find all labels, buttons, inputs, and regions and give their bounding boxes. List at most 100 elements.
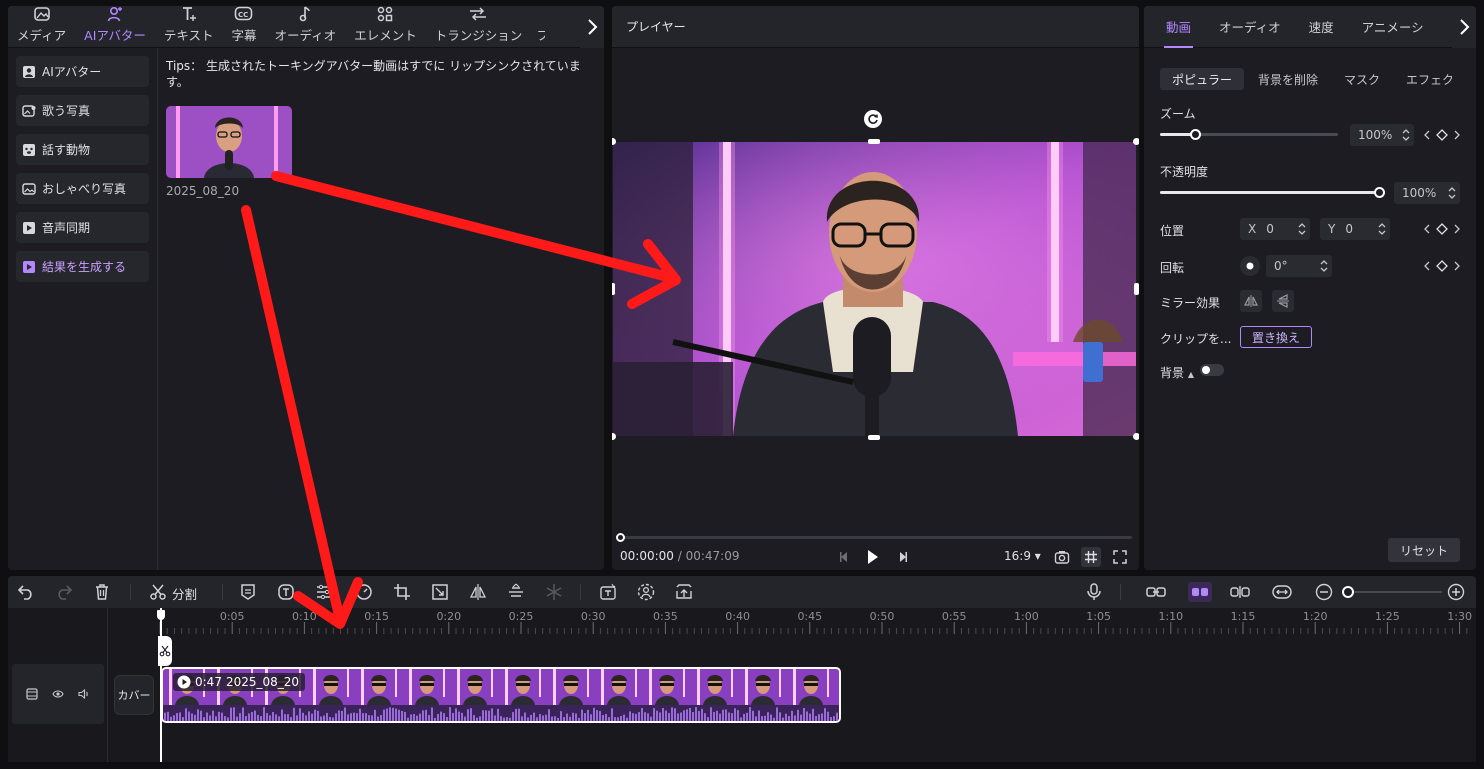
subtab-popular[interactable]: ポピュラー — [1160, 68, 1245, 90]
tab-overflow-partial[interactable]: フ — [531, 6, 545, 48]
zoom-input[interactable]: 100% — [1350, 124, 1414, 146]
speed-icon[interactable] — [354, 582, 374, 602]
resize-icon[interactable] — [430, 582, 450, 602]
cover-button[interactable]: カバー — [114, 675, 154, 715]
replace-button[interactable]: 置き換え — [1240, 326, 1312, 348]
sub-nav-talking-photo[interactable]: おしゃべり写真 — [16, 173, 149, 204]
tab-audio[interactable]: オーディオ — [266, 6, 346, 48]
playhead-grip[interactable] — [158, 636, 172, 666]
timeline-zoom-slider[interactable] — [1346, 591, 1442, 593]
media-thumbnail[interactable] — [166, 106, 292, 178]
resize-handle-bottom[interactable] — [868, 435, 880, 440]
split-clip-icon[interactable] — [1230, 582, 1250, 602]
subtab-remove-bg[interactable]: 背景を削除 — [1246, 68, 1330, 90]
grid-icon[interactable] — [1081, 547, 1101, 567]
playback-scrubber[interactable] — [616, 533, 1132, 542]
zoom-out-icon[interactable] — [1314, 582, 1334, 602]
opacity-slider[interactable] — [1160, 187, 1385, 198]
adjust-icon[interactable] — [314, 582, 334, 602]
preview-canvas[interactable] — [612, 138, 1139, 440]
track-video-icon[interactable] — [26, 688, 38, 700]
background-toggle[interactable] — [1200, 364, 1224, 376]
export-icon[interactable] — [674, 582, 694, 602]
tabs-next-button[interactable] — [580, 6, 604, 48]
resize-handle-top[interactable] — [868, 139, 880, 144]
tab-prop-audio[interactable]: オーディオ — [1205, 6, 1295, 48]
flip-horizontal-button[interactable] — [1240, 290, 1262, 312]
tab-ai-avatar[interactable]: AIアバター — [75, 6, 155, 48]
zoom-slider[interactable] — [1160, 129, 1338, 140]
fullscreen-icon[interactable] — [1112, 549, 1128, 565]
playhead-cap[interactable] — [157, 610, 165, 620]
eye-icon[interactable] — [52, 688, 64, 700]
face-detect-icon[interactable] — [636, 582, 656, 602]
microphone-icon[interactable] — [1084, 582, 1104, 602]
reset-button[interactable]: リセット — [1388, 538, 1460, 562]
keyframe-icon[interactable] — [1424, 259, 1460, 273]
sticker-icon[interactable] — [238, 582, 258, 602]
magnet-snap-icon[interactable] — [1188, 582, 1212, 602]
video-clip[interactable]: 0:47 2025_08_20 — [161, 667, 841, 723]
sub-nav-singing-photo[interactable]: 歌う写真 — [16, 95, 149, 126]
tab-media[interactable]: メディア — [8, 6, 75, 48]
text-box-icon[interactable] — [276, 582, 296, 602]
keyframe-icon[interactable] — [1424, 222, 1460, 236]
sub-nav-ai-avatar[interactable]: AIアバター — [16, 56, 149, 87]
tab-elements[interactable]: エレメント — [345, 6, 426, 48]
timeline-zoom-knob[interactable] — [1342, 586, 1354, 598]
props-tabs-next-button[interactable] — [1452, 6, 1476, 48]
tab-speed[interactable]: 速度 — [1295, 6, 1348, 48]
next-frame-icon[interactable] — [897, 550, 909, 564]
speaker-icon[interactable] — [78, 688, 90, 700]
tab-animation[interactable]: アニメーション — [1348, 6, 1426, 48]
position-x-input[interactable]: X 0 — [1240, 218, 1310, 240]
align-icon[interactable] — [506, 582, 526, 602]
keyframe-icon[interactable] — [1424, 128, 1460, 142]
play-icon[interactable] — [866, 548, 880, 566]
zoom-in-icon[interactable] — [1446, 582, 1466, 602]
resize-handle-bottom-left[interactable] — [612, 433, 616, 440]
resize-handle-top-right[interactable] — [1133, 138, 1139, 145]
resize-handle-bottom-right[interactable] — [1133, 433, 1139, 440]
tab-video[interactable]: 動画 — [1152, 6, 1205, 48]
split-label[interactable]: 分割 — [172, 584, 197, 603]
spinner-icon[interactable] — [1402, 127, 1410, 143]
resize-handle-right[interactable] — [1134, 283, 1139, 295]
flip-vertical-button[interactable] — [1272, 290, 1294, 312]
redo-icon[interactable] — [54, 582, 74, 602]
aspect-ratio-select[interactable]: 16:9 ▾ — [1004, 549, 1041, 563]
spinner-icon[interactable] — [1448, 185, 1456, 201]
spinner-icon[interactable] — [1298, 221, 1306, 237]
rotate-handle[interactable] — [864, 110, 882, 128]
freeze-icon[interactable] — [544, 582, 564, 602]
delete-icon[interactable] — [92, 582, 112, 602]
link-icon[interactable] — [1146, 582, 1166, 602]
sub-nav-generate-results[interactable]: 結果を生成する — [16, 251, 149, 282]
scissors-icon[interactable] — [148, 582, 168, 602]
rotation-input[interactable]: 0° — [1266, 255, 1332, 277]
position-y-input[interactable]: Y 0 — [1320, 218, 1390, 240]
scrubber-knob[interactable] — [616, 533, 625, 542]
opacity-input[interactable]: 100% — [1394, 182, 1460, 204]
spinner-icon[interactable] — [1320, 258, 1328, 274]
mirror-icon[interactable] — [468, 582, 488, 602]
subtab-effects[interactable]: エフェクト — [1394, 68, 1452, 90]
snapshot-icon[interactable] — [1054, 549, 1070, 565]
sub-nav-talking-animal[interactable]: 話す動物 — [16, 134, 149, 165]
fit-timeline-icon[interactable] — [1272, 582, 1292, 602]
sub-nav-lip-sync[interactable]: 音声同期 — [16, 212, 149, 243]
playhead[interactable] — [160, 608, 162, 762]
prev-frame-icon[interactable] — [838, 550, 850, 564]
tab-transition[interactable]: トランジション — [426, 6, 532, 48]
undo-icon[interactable] — [16, 582, 36, 602]
opacity-slider-knob[interactable] — [1374, 187, 1385, 198]
crop-icon[interactable] — [392, 582, 412, 602]
resize-handle-left[interactable] — [612, 283, 615, 295]
zoom-slider-knob[interactable] — [1189, 129, 1201, 140]
rotation-dial-icon[interactable] — [1240, 256, 1260, 276]
subtab-mask[interactable]: マスク — [1332, 68, 1392, 90]
tab-text[interactable]: テキスト — [155, 6, 223, 48]
auto-caption-icon[interactable] — [598, 582, 618, 602]
tab-captions[interactable]: CC 字幕 — [223, 6, 266, 48]
timeline-ruler[interactable]: 0:05 0:10 0:15 0:20 0:25 0:30 0:35 0:40 0:45 0:50… — [158, 608, 1476, 638]
